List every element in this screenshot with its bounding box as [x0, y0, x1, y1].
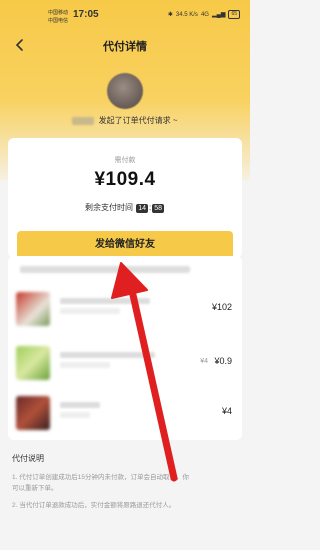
- request-text: 发起了订单代付请求 ~: [98, 116, 178, 125]
- notes-line-2: 2. 当代付订单退款成功后，实付金额将原路退还代付人。: [12, 502, 176, 509]
- item-price: ¥0.9: [214, 356, 232, 366]
- remaining-time: 剩余支付时间 14:58: [84, 203, 165, 213]
- remaining-minutes: 14: [136, 204, 148, 213]
- nav-bar: 代付详情: [0, 33, 250, 57]
- network-speed: 34.5 K/s: [175, 11, 198, 18]
- carrier-1: 中国移动: [48, 10, 69, 16]
- page-title: 代付详情: [103, 41, 147, 53]
- bluetooth-icon: ✱: [167, 12, 173, 18]
- shop-name-blurred: [20, 266, 190, 273]
- remaining-seconds: 58: [152, 204, 165, 213]
- item-thumbnail: [16, 346, 50, 380]
- amount-value: ¥109.4: [94, 169, 156, 190]
- item-spec-blurred: [60, 412, 90, 418]
- item-spec-blurred: [60, 308, 120, 314]
- payment-card: 需付款 ¥109.4 剩余支付时间 14:58 发给微信好友: [8, 138, 242, 259]
- system-icons: ✱ 34.5 K/s 4G ▂▄▆ 65: [168, 10, 240, 19]
- notes-title: 代付说明: [12, 454, 44, 463]
- list-item[interactable]: ¥4 ¥0.9: [8, 346, 242, 386]
- notes-line-1: 1. 代付订单创建成功后15分钟内未付款，订单会自动取消，你: [12, 474, 189, 481]
- payment-notes: 代付说明 1. 代付订单创建成功后15分钟内未付款，订单会自动取消，你 可以重新…: [0, 444, 250, 550]
- item-price: ¥4: [221, 406, 232, 416]
- signal-icon: ▂▄▆: [211, 12, 226, 18]
- request-line: 发起了订单代付请求 ~: [0, 115, 250, 126]
- list-item[interactable]: ¥4: [8, 396, 242, 436]
- item-thumbnail: [16, 292, 50, 326]
- signal-label: 4G: [200, 11, 209, 18]
- item-name-blurred: [60, 402, 100, 408]
- carrier-labels: 中国移动 中国电信: [48, 9, 68, 25]
- status-bar: 中国移动 中国电信 17:05 ✱ 34.5 K/s 4G ▂▄▆ 65: [0, 0, 250, 26]
- battery-icon: 65: [228, 10, 240, 19]
- item-name-blurred: [60, 352, 155, 358]
- item-old-price: ¥4: [200, 358, 208, 365]
- item-price: ¥102: [211, 302, 232, 312]
- item-spec-blurred: [60, 362, 110, 368]
- amount-label: 需付款: [114, 157, 136, 164]
- notes-line-1-cont: 可以重新下单。: [12, 485, 58, 492]
- item-thumbnail: [16, 396, 50, 430]
- item-name-blurred: [60, 298, 150, 304]
- requester-name-blurred: [72, 116, 95, 125]
- remaining-label: 剩余支付时间: [84, 203, 133, 212]
- send-to-wechat-friend-button[interactable]: 发给微信好友: [17, 231, 233, 259]
- avatar: [107, 73, 143, 109]
- clock: 17:05: [73, 9, 99, 20]
- carrier-2: 中国电信: [48, 18, 69, 24]
- list-item[interactable]: ¥102: [8, 292, 242, 332]
- order-list: ¥102 ¥4 ¥0.9 ¥4: [8, 256, 242, 440]
